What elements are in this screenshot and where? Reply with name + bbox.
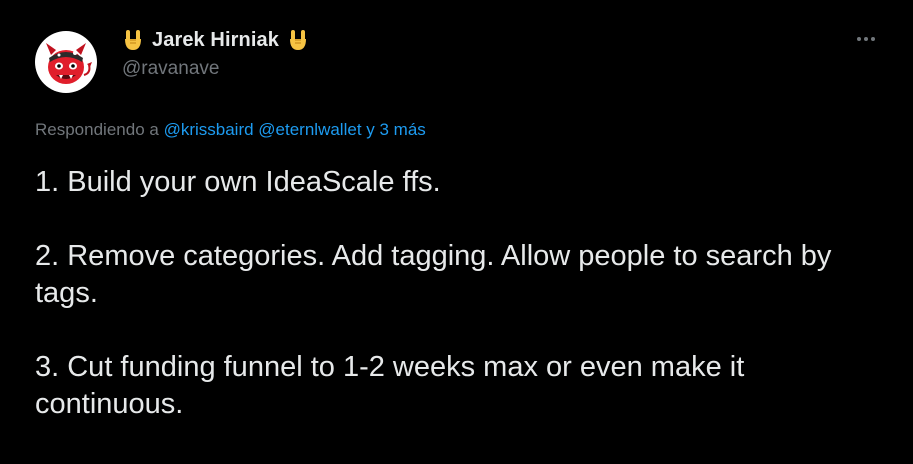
- rock-on-hand-icon: [122, 28, 144, 52]
- tweet-paragraph: 2. Remove categories. Add tagging. Allow…: [35, 240, 832, 309]
- avatar[interactable]: [35, 31, 97, 93]
- handle[interactable]: @ravanave: [122, 58, 309, 80]
- reply-prefix: Respondiendo a: [35, 120, 159, 139]
- tweet: Jarek Hirniak @ravanave Respondiendo a @…: [0, 0, 913, 464]
- tweet-paragraph: 1. Build your own IdeaScale ffs.: [35, 166, 441, 198]
- author-block: Jarek Hirniak @ravanave: [122, 26, 309, 80]
- reply-context: Respondiendo a @krissbaird @eternlwallet…: [35, 120, 426, 140]
- more-options-icon: [857, 37, 875, 41]
- red-devil-avatar-icon: [46, 43, 92, 84]
- tweet-text: 1. Build your own IdeaScale ffs. 2. Remo…: [35, 164, 895, 460]
- more-mentions-link[interactable]: y 3 más: [366, 120, 426, 139]
- display-name[interactable]: Jarek Hirniak: [152, 29, 279, 52]
- mention-link[interactable]: @krissbaird: [164, 120, 254, 139]
- rock-on-hand-icon: [287, 28, 309, 52]
- name-row[interactable]: Jarek Hirniak: [122, 26, 309, 54]
- mention-link[interactable]: @eternlwallet: [258, 120, 361, 139]
- tweet-paragraph: 3. Cut funding funnel to 1-2 weeks max o…: [35, 351, 745, 420]
- more-options-button[interactable]: [855, 28, 877, 50]
